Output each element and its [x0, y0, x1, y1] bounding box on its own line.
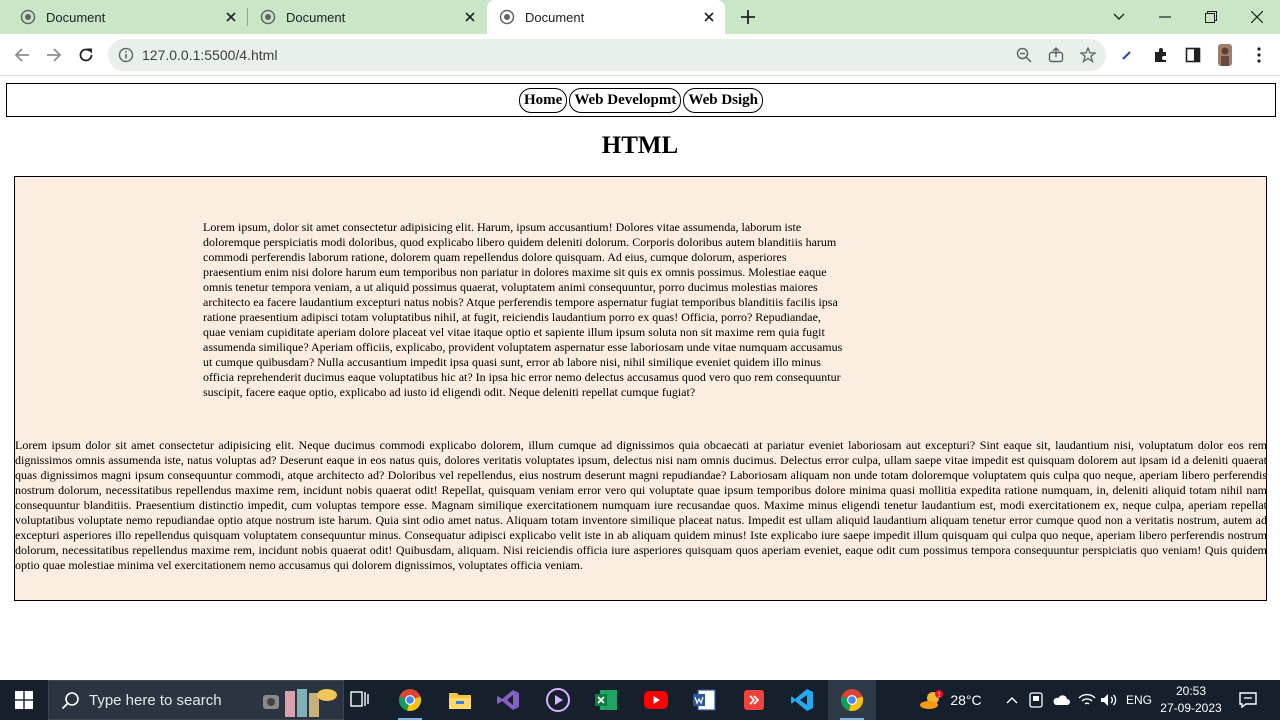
url-text: 127.0.0.1:5500/4.html [142, 47, 278, 63]
taskbar-search[interactable]: Type here to search [48, 680, 344, 720]
nav-web-design[interactable]: Web Dsigh [683, 87, 763, 113]
minimize-button[interactable] [1142, 0, 1188, 34]
weather-temp[interactable]: 28°C [948, 680, 984, 720]
visual-studio-icon[interactable] [484, 680, 532, 720]
windows-start-button[interactable] [0, 680, 48, 720]
device-icon[interactable] [1026, 680, 1046, 720]
chrome-active-taskbar-icon[interactable] [828, 680, 876, 720]
profile-avatar[interactable] [1214, 44, 1236, 66]
paragraph-full-width: Lorem ipsum dolor sit amet consectetur a… [15, 438, 1267, 572]
address-bar[interactable]: 127.0.0.1:5500/4.html [108, 39, 1106, 71]
bookmark-star-icon[interactable] [1078, 45, 1098, 65]
globe-icon [20, 9, 36, 25]
tab-title: Document [286, 9, 346, 25]
menu-kebab-icon[interactable] [1248, 44, 1270, 66]
youtube-icon[interactable] [632, 680, 680, 720]
extension-pen-icon[interactable] [1116, 44, 1138, 66]
search-placeholder: Type here to search [89, 692, 222, 709]
reload-button[interactable] [74, 43, 98, 67]
close-icon[interactable] [462, 9, 478, 25]
notification-icon[interactable] [1236, 680, 1260, 720]
wifi-icon[interactable] [1076, 680, 1098, 720]
page-heading: HTML [601, 132, 679, 159]
media-player-icon[interactable] [534, 680, 582, 720]
task-view-button[interactable] [336, 680, 384, 720]
volume-icon[interactable] [1098, 680, 1120, 720]
clock-time: 20:53 [1175, 684, 1207, 698]
tab-1[interactable]: Document [0, 0, 247, 34]
anydesk-icon[interactable] [730, 680, 778, 720]
excel-icon[interactable] [582, 680, 630, 720]
weather-icon[interactable]: 1 [914, 680, 948, 720]
file-explorer-icon[interactable] [436, 680, 484, 720]
tab-2[interactable]: Document [248, 0, 486, 34]
windows-taskbar: Type here to search 1 28°C ENG 20:53 27-… [0, 680, 1280, 720]
word-icon[interactable] [680, 680, 728, 720]
nav-web-development[interactable]: Web Developmt [569, 87, 682, 113]
share-icon[interactable] [1046, 45, 1066, 65]
search-icon [61, 692, 79, 710]
back-button[interactable] [10, 43, 34, 67]
globe-icon [260, 9, 276, 25]
chrome-taskbar-icon[interactable] [386, 680, 434, 720]
nav-home[interactable]: Home [518, 87, 568, 113]
side-panel-icon[interactable] [1182, 44, 1204, 66]
onedrive-cloud-icon[interactable] [1050, 680, 1072, 720]
close-icon[interactable] [701, 9, 717, 25]
globe-icon [499, 9, 515, 25]
tab-3-active[interactable]: Document [487, 0, 725, 34]
zoom-icon[interactable] [1014, 45, 1034, 65]
tab-strip: Document Document Document [0, 0, 1280, 34]
browser-toolbar: 127.0.0.1:5500/4.html [0, 34, 1280, 76]
close-icon[interactable] [223, 9, 239, 25]
tab-title: Document [525, 9, 585, 25]
search-highlight-illustration-icon [263, 689, 337, 717]
tab-title: Document [46, 9, 106, 25]
content-box: Lorem ipsum, dolor sit amet consectetur … [14, 176, 1267, 601]
new-tab-button[interactable] [738, 7, 758, 27]
clock-date: 27-09-2023 [1160, 701, 1222, 715]
paragraph-centered: Lorem ipsum, dolor sit amet consectetur … [203, 220, 843, 399]
vscode-icon[interactable] [778, 680, 826, 720]
forward-button[interactable] [42, 43, 66, 67]
tab-search-button[interactable] [1096, 0, 1142, 34]
restore-button[interactable] [1188, 0, 1234, 34]
close-window-button[interactable] [1234, 0, 1280, 34]
info-icon[interactable] [118, 47, 134, 63]
page-viewport: Home Web Developmt Web Dsigh HTML Lorem … [0, 77, 1280, 680]
system-clock[interactable]: 20:53 27-09-2023 [1150, 683, 1232, 717]
site-nav: Home Web Developmt Web Dsigh [6, 83, 1276, 117]
chevron-up-icon[interactable] [1002, 680, 1022, 720]
extensions-puzzle-icon[interactable] [1150, 44, 1172, 66]
